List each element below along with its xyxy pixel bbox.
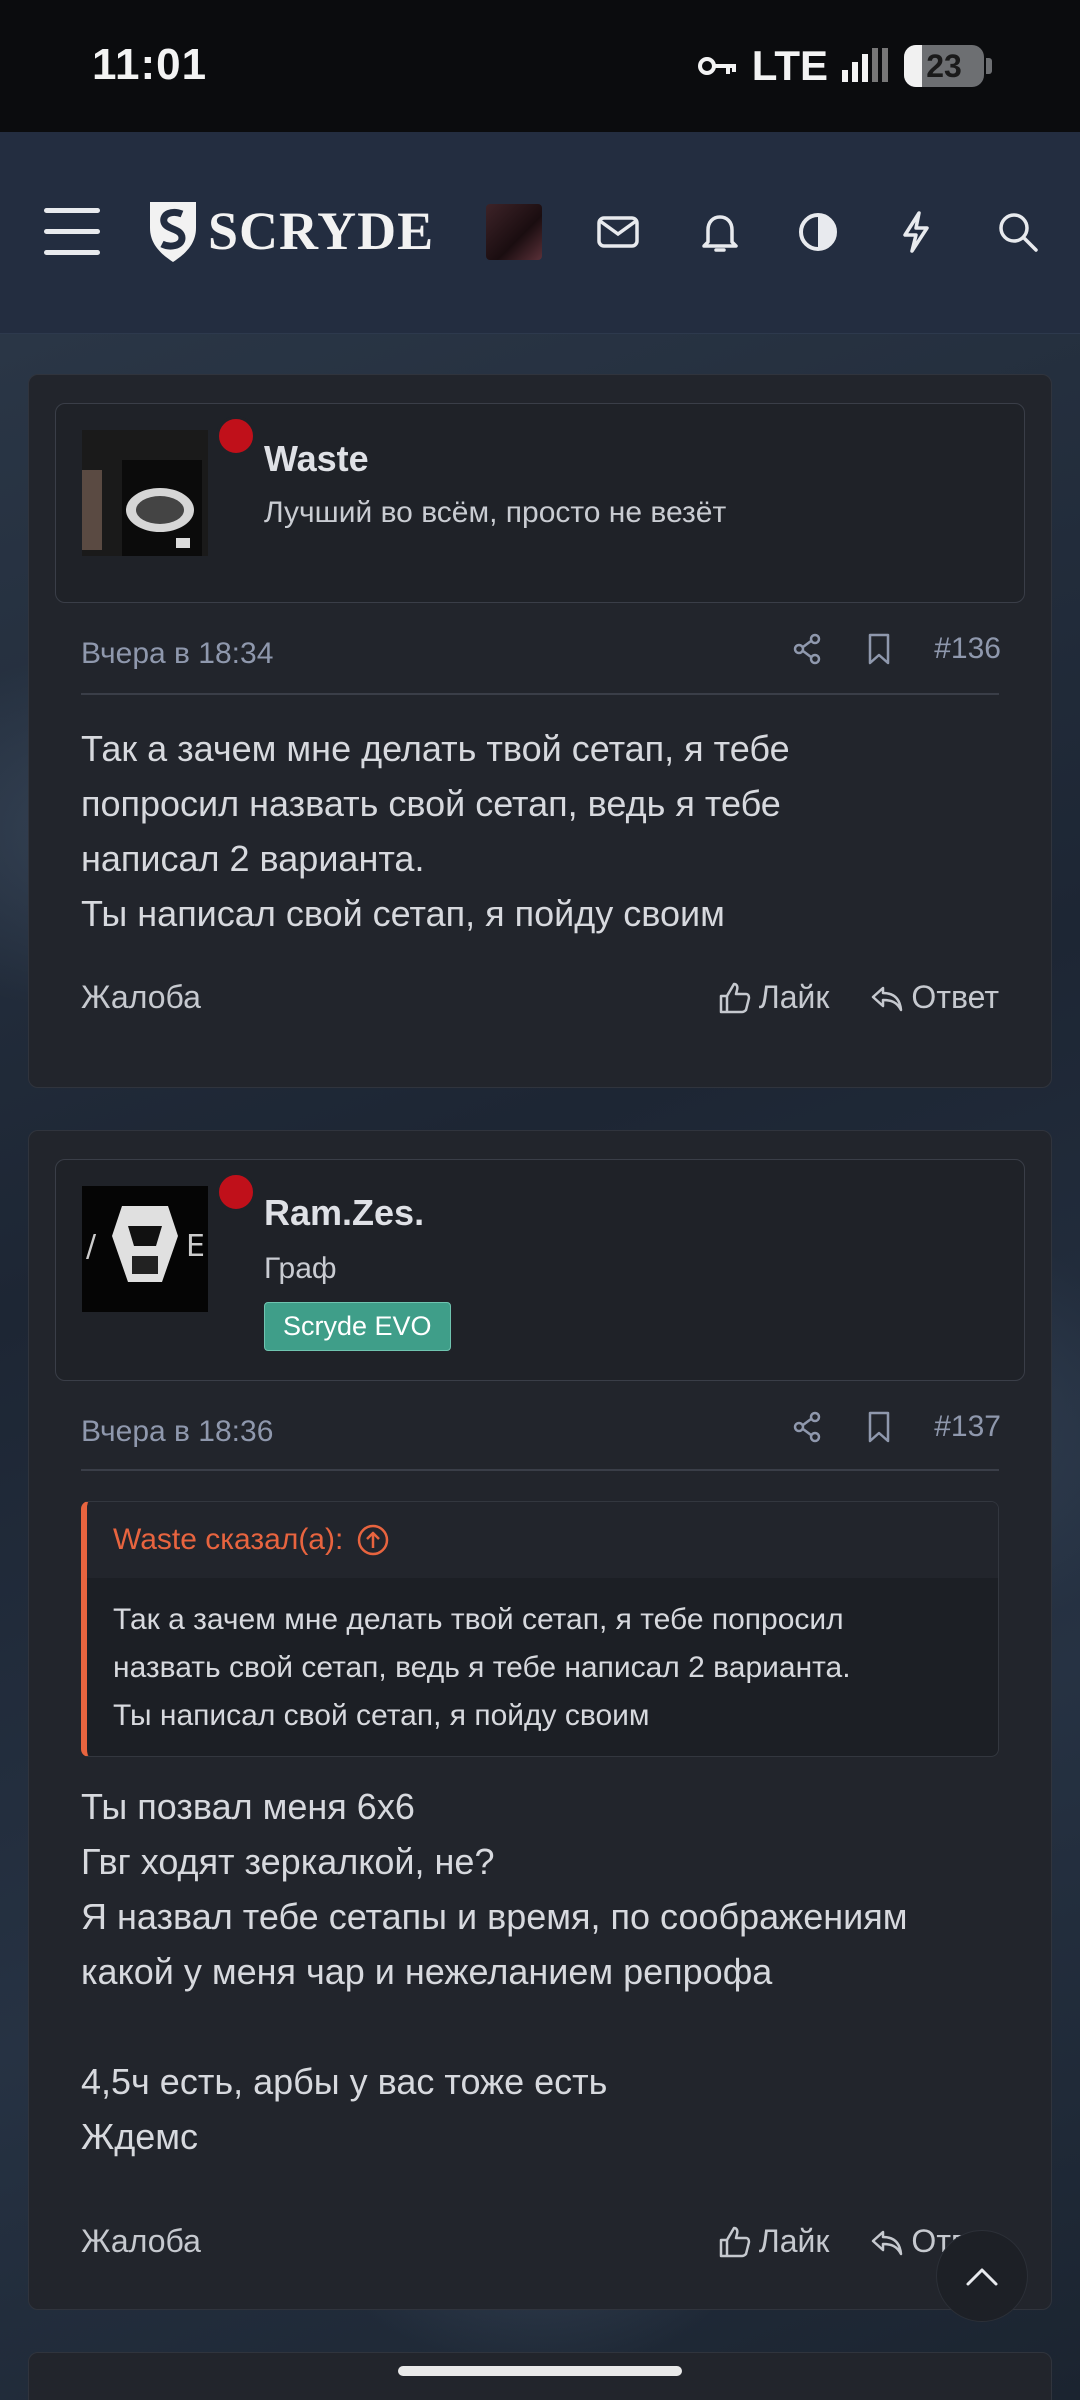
thumbs-up-icon — [719, 2226, 750, 2257]
share-icon[interactable] — [790, 1410, 824, 1444]
network-type: LTE — [751, 42, 828, 89]
like-button[interactable]: Лайк — [717, 2223, 830, 2260]
post-footer: Жалоба Лайк Ответ — [81, 979, 999, 1016]
like-button[interactable]: Лайк — [717, 979, 830, 1016]
post-footer: Жалоба Лайк Ответ — [81, 2223, 999, 2260]
message-line: попросил назвать свой сетап, ведь я тебе — [81, 783, 781, 824]
inbox-icon[interactable] — [592, 206, 644, 258]
post-message: Ты позвал меня 6х6 Гвг ходят зеркалкой, … — [81, 1779, 1021, 2164]
username[interactable]: Ram.Zes. — [264, 1192, 424, 1234]
scroll-to-top-button[interactable] — [936, 2230, 1028, 2322]
status-bar: 11:01 LTE 23 — [0, 0, 1080, 132]
divider — [81, 1469, 999, 1471]
message-line: Ты написал свой сетап, я пойду своим — [81, 893, 725, 934]
account-avatar[interactable] — [486, 204, 542, 260]
post-actions: #136 — [790, 631, 1001, 667]
battery-level: 23 — [926, 47, 962, 84]
post-card: / E Ram.Zes. Граф Scryde EVO Вчера в 18:… — [28, 1130, 1052, 2310]
site-header: SCRYDE — [0, 132, 1080, 334]
post-number[interactable]: #136 — [934, 632, 1001, 666]
bell-icon[interactable] — [694, 206, 746, 258]
arrow-up-circle-icon[interactable] — [355, 1522, 391, 1558]
avatar[interactable] — [82, 430, 208, 556]
message-line — [81, 1999, 1021, 2054]
message-line: Я назвал тебе сетапы и время, по соображ… — [81, 1896, 908, 1937]
message-line: Ты позвал меня 6х6 — [81, 1786, 415, 1827]
post-date[interactable]: Вчера в 18:34 — [81, 637, 273, 671]
status-time: 11:01 — [92, 40, 208, 89]
like-label: Лайк — [758, 979, 830, 1015]
reply-label: Ответ — [911, 979, 999, 1015]
post-date[interactable]: Вчера в 18:36 — [81, 1415, 273, 1449]
report-link[interactable]: Жалоба — [81, 2223, 201, 2260]
online-status-icon — [216, 416, 256, 456]
vpn-key-icon — [697, 57, 736, 75]
post-card: Waste Лучший во всём, просто не везёт Вч… — [28, 374, 1052, 1088]
lightning-icon[interactable] — [890, 206, 942, 258]
menu-icon[interactable] — [44, 208, 100, 255]
battery-indicator: 23 — [904, 45, 984, 87]
message-line: написал 2 варианта. — [81, 838, 425, 879]
post-number[interactable]: #137 — [934, 1410, 1001, 1444]
bookmark-icon[interactable] — [864, 1409, 894, 1445]
message-line: Ждемс — [81, 2116, 199, 2157]
site-logo[interactable]: SCRYDE — [146, 198, 434, 264]
divider — [81, 693, 999, 695]
user-info: / E Ram.Zes. Граф Scryde EVO — [55, 1159, 1025, 1381]
message-line: какой у меня чар и нежеланием репрофа — [81, 1951, 773, 1992]
svg-text:/: / — [86, 1229, 97, 1264]
online-status-icon — [216, 1172, 256, 1212]
user-info: Waste Лучший во всём, просто не везёт — [55, 403, 1025, 603]
message-line: Так а зачем мне делать твой сетап, я теб… — [81, 728, 790, 769]
post-message: Так а зачем мне делать твой сетап, я теб… — [81, 721, 1021, 941]
signal-icon — [842, 48, 888, 82]
thumbs-up-icon — [719, 982, 750, 1013]
quote-header[interactable]: Waste сказал(а): — [87, 1502, 998, 1578]
like-label: Лайк — [758, 2223, 830, 2259]
theme-toggle-icon[interactable] — [792, 206, 844, 258]
username[interactable]: Waste — [264, 438, 369, 480]
logo-shield-icon — [150, 202, 196, 262]
svg-text:E: E — [186, 1229, 205, 1264]
user-badge: Scryde EVO — [264, 1302, 451, 1351]
avatar[interactable]: / E — [82, 1186, 208, 1312]
quote-block: Waste сказал(а): Так а зачем мне делать … — [81, 1501, 999, 1757]
quote-line: Так а зачем мне делать твой сетап, я теб… — [113, 1603, 844, 1636]
search-icon[interactable] — [992, 206, 1044, 258]
report-link[interactable]: Жалоба — [81, 979, 201, 1016]
message-line: 4,5ч есть, арбы у вас тоже есть — [81, 2061, 608, 2102]
post-actions: #137 — [790, 1409, 1001, 1445]
quote-author: Waste сказал(а): — [113, 1523, 344, 1556]
share-icon[interactable] — [790, 632, 824, 666]
reply-icon — [872, 2230, 903, 2255]
bookmark-icon[interactable] — [864, 631, 894, 667]
message-line: Гвг ходят зеркалкой, не? — [81, 1841, 495, 1882]
next-post-card — [28, 2352, 1052, 2400]
status-indicators: LTE 23 — [697, 42, 992, 90]
logo-text: SCRYDE — [208, 201, 435, 261]
quote-text: Так а зачем мне делать твой сетап, я теб… — [87, 1578, 998, 1756]
home-indicator[interactable] — [398, 2366, 682, 2376]
reply-button[interactable]: Ответ — [869, 979, 999, 1016]
reply-icon — [872, 986, 903, 1011]
user-title: Граф — [264, 1252, 337, 1285]
quote-line: назвать свой сетап, ведь я тебе написал … — [113, 1651, 851, 1684]
chevron-up-icon — [966, 2268, 998, 2286]
user-title: Лучший во всём, просто не везёт — [264, 496, 727, 529]
quote-line: Ты написал свой сетап, я пойду своим — [113, 1699, 650, 1732]
